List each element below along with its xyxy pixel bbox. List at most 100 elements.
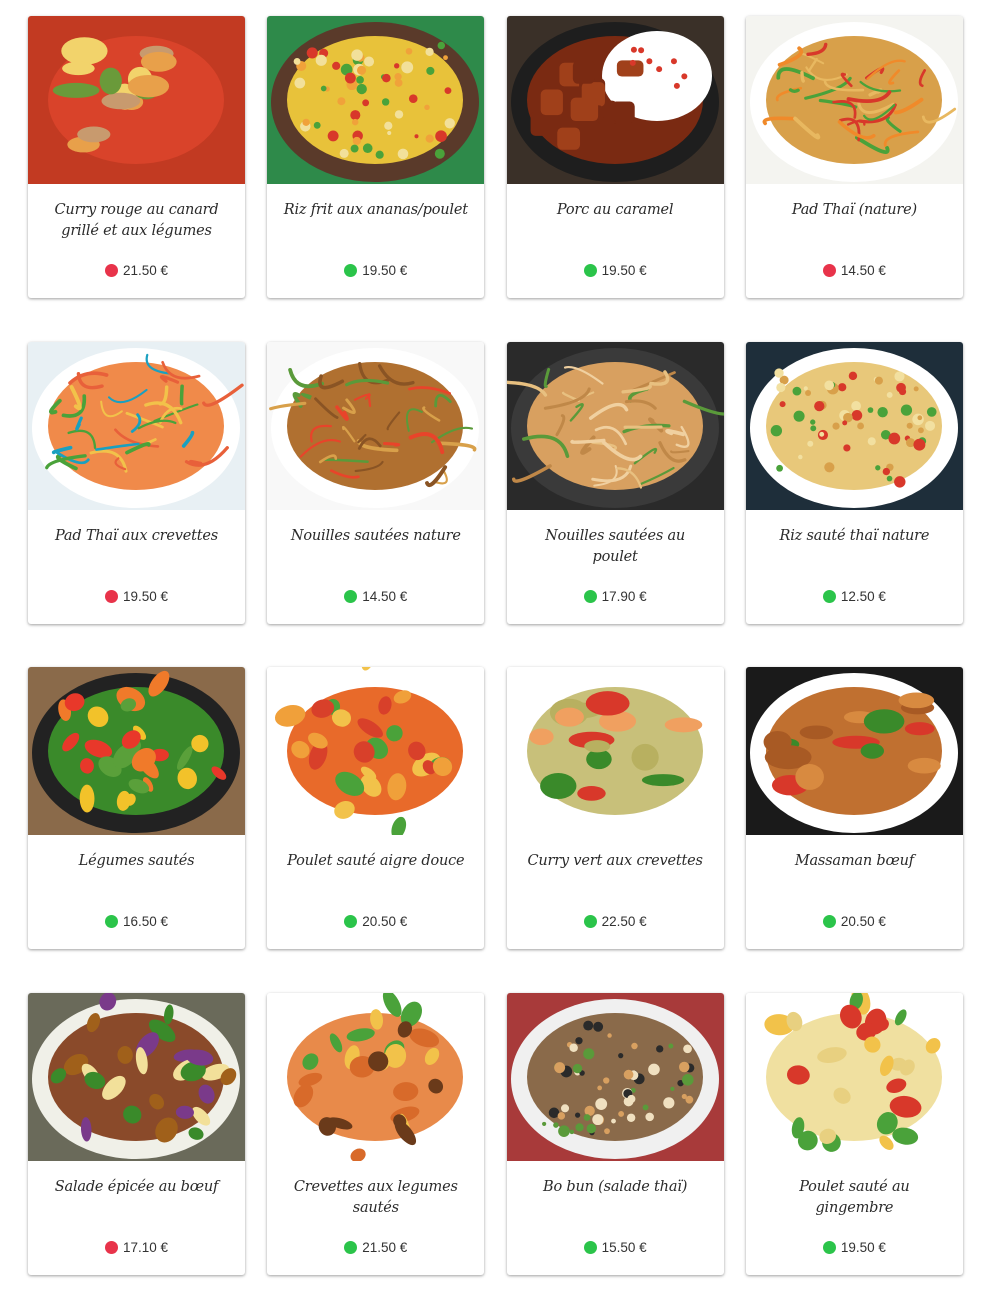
- chicken-noodles-photo: [506, 341, 724, 510]
- dish-name: Pad Thaï aux crevettes: [55, 527, 218, 544]
- dish-price: 14.50 €: [840, 263, 886, 278]
- indicator-dot: [583, 915, 597, 929]
- indicator-dot: [583, 1241, 597, 1255]
- dish-name: Porc au caramel: [556, 202, 674, 218]
- menu-card[interactable]: Poulet sauté aigre douce 20.50 €: [267, 667, 485, 950]
- menu-card[interactable]: Nouilles sautées nature 14.50 €: [267, 341, 485, 624]
- dish-price: 19.50 €: [601, 263, 647, 278]
- dish-photo-art: [506, 16, 724, 184]
- dish-name: Pad Thaï (nature): [791, 202, 917, 218]
- dish-price: 20.50 €: [362, 914, 408, 930]
- dish-price-row: 14.50 €: [746, 263, 963, 278]
- dish-photo-art: [28, 16, 245, 184]
- menu-card[interactable]: Curry rouge au canard grillé et aux légu…: [28, 16, 245, 298]
- indicator-dot: [583, 589, 597, 603]
- spicy-beef-salad-photo: [28, 993, 245, 1162]
- dish-name: Bo bun (salade thaï): [543, 1179, 688, 1196]
- dish-name: Poulet sauté au gingembre: [799, 1179, 910, 1217]
- indicator-dot: [344, 589, 358, 603]
- dish-name: Salade épicée au bœuf: [54, 1179, 219, 1196]
- dish-price: 15.50 €: [601, 1240, 647, 1256]
- dish-photo-art: [745, 16, 963, 184]
- dish-name: Riz sauté thaï nature: [779, 527, 930, 544]
- dish-photo-art: [267, 667, 485, 836]
- dish-price: 21.50 €: [362, 1240, 408, 1256]
- dish-name: Légumes sautés: [78, 853, 195, 870]
- thai-fried-rice-photo: [745, 341, 963, 510]
- menu-card[interactable]: Porc au caramel 19.50 €: [506, 16, 724, 298]
- dish-photo-art: [267, 16, 485, 184]
- dish-price-row: 17.10 €: [28, 1240, 245, 1255]
- menu-card[interactable]: Poulet sauté au gingembre 19.50 €: [745, 993, 963, 1276]
- indicator-dot: [104, 264, 118, 277]
- menu-card[interactable]: Crevettes aux legumes sautés 21.50 €: [267, 993, 485, 1276]
- bo-bun-photo: [506, 993, 724, 1162]
- dish-photo-art: [28, 341, 245, 510]
- indicator-dot: [822, 1241, 836, 1255]
- dish-photo-art: [267, 341, 485, 510]
- menu-card[interactable]: Curry vert aux crevettes 22.50 €: [506, 667, 724, 950]
- dish-price: 17.90 €: [601, 588, 647, 604]
- dish-price-row: 19.50 €: [267, 263, 484, 278]
- dish-price: 12.50 €: [840, 588, 886, 604]
- shrimp-vegetables-photo: [267, 993, 485, 1162]
- dish-price: 16.50 €: [122, 914, 169, 930]
- indicator-dot: [822, 915, 836, 929]
- dish-price: 14.50 €: [362, 588, 408, 604]
- green-curry-shrimp-photo: [506, 667, 724, 836]
- dish-price: 20.50 €: [840, 914, 886, 930]
- menu-card[interactable]: Massaman bœuf 20.50 €: [745, 667, 963, 950]
- dish-price-row: 20.50 €: [746, 914, 963, 929]
- dish-price-row: 19.50 €: [746, 1240, 963, 1255]
- dish-price-row: 21.50 €: [28, 263, 245, 278]
- ginger-chicken-photo: [745, 993, 963, 1162]
- indicator-dot: [822, 589, 836, 603]
- dish-name: Poulet sauté aigre douce: [287, 853, 465, 870]
- dish-price: 19.50 €: [122, 588, 169, 604]
- sauteed-vegetables-photo: [28, 667, 245, 836]
- indicator-dot: [104, 915, 118, 929]
- dish-price: 21.50 €: [122, 263, 169, 278]
- dish-price: 17.10 €: [122, 1240, 169, 1256]
- menu-card[interactable]: Nouilles sautées au poulet 17.90 €: [506, 341, 724, 624]
- indicator-dot: [104, 1241, 118, 1255]
- fried-rice-pineapple-photo: [267, 16, 485, 184]
- pad-thai-photo: [745, 16, 963, 184]
- dish-price-row: 19.50 €: [507, 263, 724, 278]
- menu-card[interactable]: Salade épicée au bœuf 17.10 €: [28, 993, 245, 1276]
- dish-photo-art: [506, 993, 724, 1162]
- dish-name: Nouilles sautées au poulet: [545, 527, 686, 565]
- menu-card[interactable]: Pad Thaï aux crevettes 19.50 €: [28, 341, 245, 624]
- dish-name: Nouilles sautées nature: [290, 527, 461, 544]
- menu-card[interactable]: Légumes sautés 16.50 €: [28, 667, 245, 950]
- dish-photo-art: [506, 341, 724, 510]
- dish-price-row: 17.90 €: [507, 589, 724, 604]
- massaman-beef-photo: [745, 667, 963, 836]
- dish-price-row: 21.50 €: [267, 1240, 484, 1255]
- dish-price-row: 12.50 €: [746, 589, 963, 604]
- pad-thai-shrimp-photo: [28, 341, 245, 510]
- indicator-dot: [583, 264, 597, 277]
- indicator-dot: [822, 264, 836, 277]
- dish-price: 19.50 €: [362, 263, 408, 278]
- dish-photo-art: [267, 993, 485, 1162]
- dish-photo-art: [745, 993, 963, 1162]
- dish-price-row: 19.50 €: [28, 589, 245, 604]
- dish-price-row: 16.50 €: [28, 914, 245, 929]
- menu-card[interactable]: Pad Thaï (nature) 14.50 €: [745, 16, 963, 298]
- dish-price: 19.50 €: [840, 1240, 886, 1256]
- dish-name: Curry rouge au canard grillé et aux légu…: [54, 202, 219, 239]
- dish-photo-art: [745, 341, 963, 510]
- menu-grid: Curry rouge au canard grillé et aux légu…: [28, 16, 963, 1276]
- dish-name: Crevettes aux legumes sautés: [293, 1179, 458, 1217]
- dish-price: 22.50 €: [601, 914, 647, 930]
- menu-card[interactable]: Riz sauté thaï nature 12.50 €: [745, 341, 963, 624]
- indicator-dot: [344, 264, 358, 277]
- menu-card[interactable]: Riz frit aux ananas/poulet 19.50 €: [267, 16, 485, 298]
- dish-photo-art: [506, 667, 724, 836]
- dish-price-row: 20.50 €: [267, 914, 484, 929]
- stir-fried-noodles-photo: [267, 341, 485, 510]
- menu-card[interactable]: Bo bun (salade thaï) 15.50 €: [506, 993, 724, 1276]
- curry-duck-photo: [28, 16, 245, 184]
- dish-photo-art: [28, 993, 245, 1162]
